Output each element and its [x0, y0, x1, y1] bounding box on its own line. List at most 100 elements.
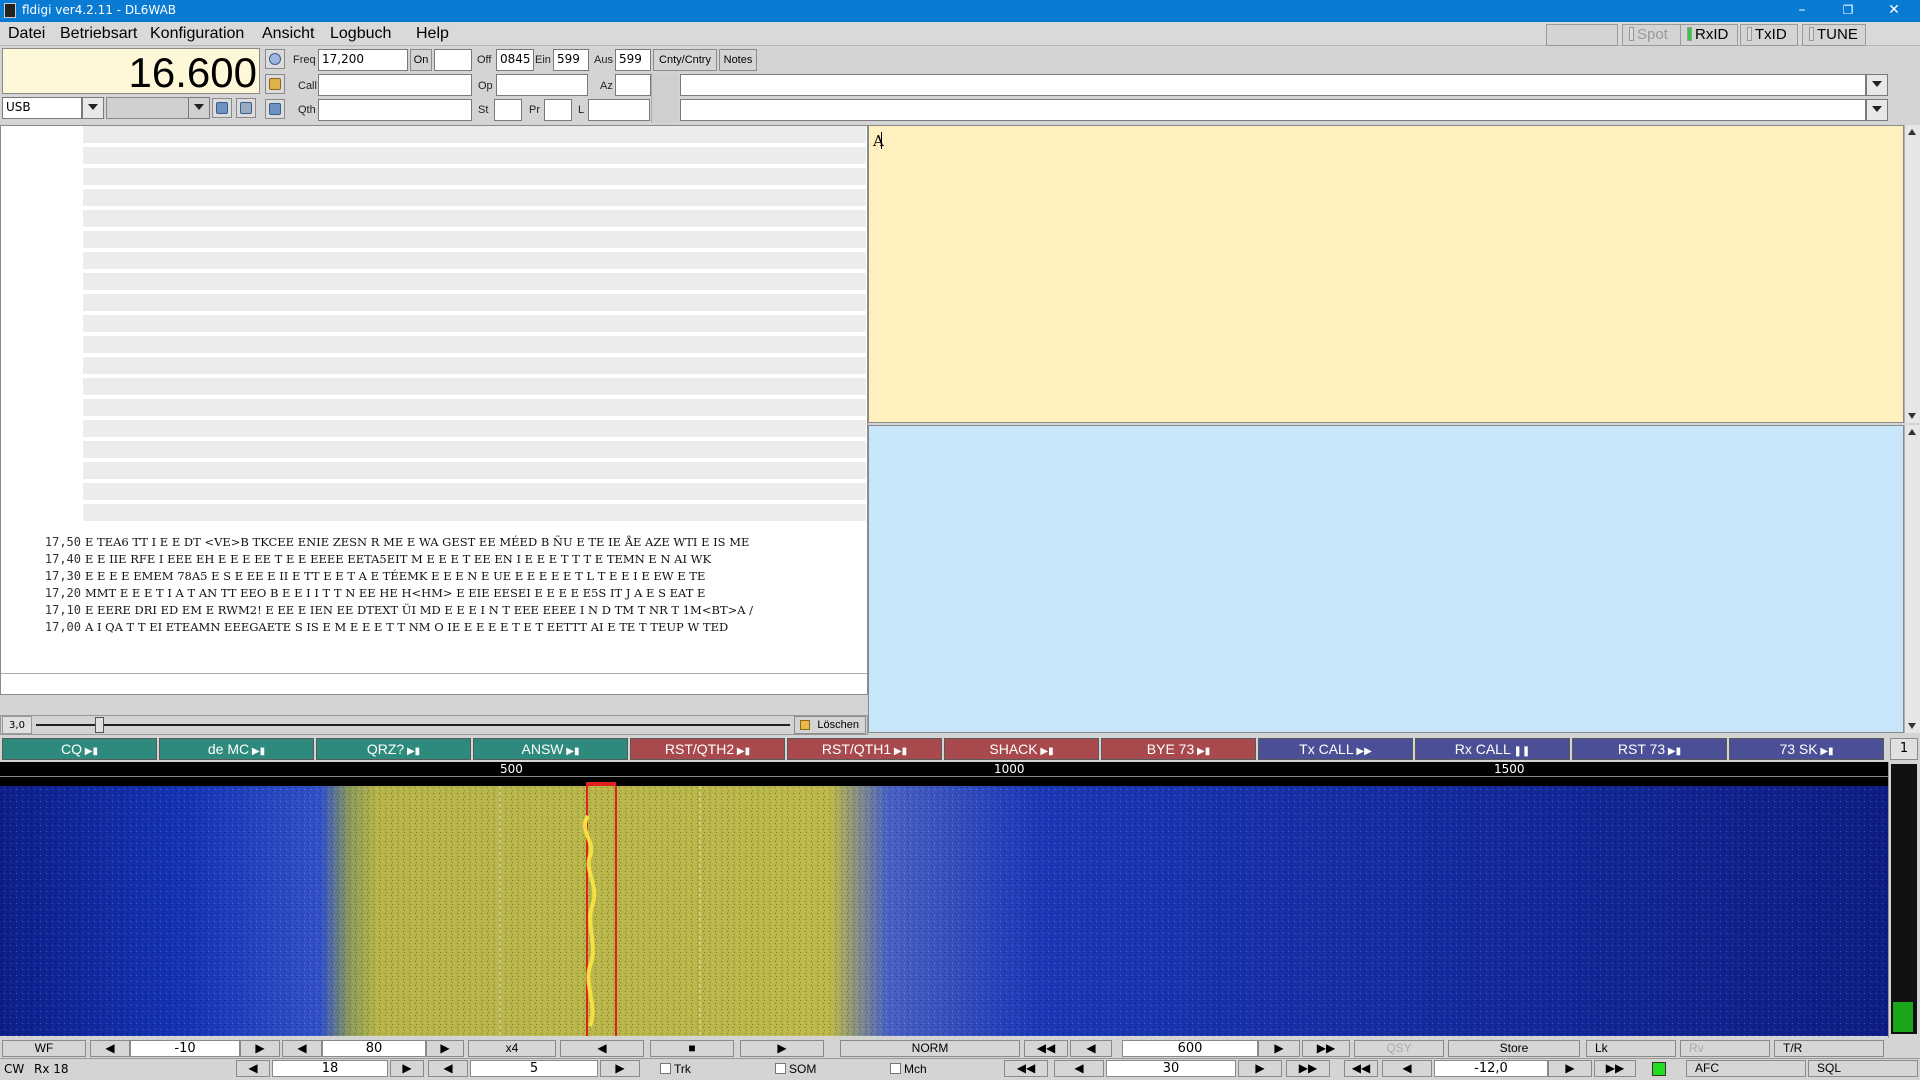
- mch-checkbox[interactable]: Mch: [890, 1062, 927, 1076]
- cnty-button[interactable]: Cnty/Cntry: [653, 49, 717, 71]
- range-down-button[interactable]: ◀: [282, 1040, 322, 1057]
- carrier-counter[interactable]: 600: [1122, 1040, 1258, 1057]
- waterfall-scale[interactable]: 500 1000 1500: [0, 762, 1888, 786]
- bandwidth-dropdown-icon[interactable]: [188, 97, 210, 119]
- az-field[interactable]: [615, 74, 651, 96]
- afc-toggle[interactable]: AFC: [1686, 1060, 1806, 1077]
- tune-toggle[interactable]: TUNE: [1802, 24, 1866, 46]
- menu-logbuch[interactable]: Logbuch: [330, 25, 391, 43]
- qsy-button[interactable]: QSY: [1354, 1040, 1444, 1057]
- wf-mode-button[interactable]: WF: [2, 1040, 86, 1057]
- rst-out-field[interactable]: 599: [615, 49, 651, 71]
- receive-text-panel[interactable]: A: [868, 125, 1904, 423]
- scroll-down-icon[interactable]: [1908, 413, 1916, 419]
- clear-log-icon[interactable]: [265, 74, 285, 94]
- memory-icon[interactable]: [236, 98, 256, 118]
- wf-right-button[interactable]: ▶: [740, 1040, 824, 1057]
- wf-left-button[interactable]: ◀: [560, 1040, 644, 1057]
- ref-level-counter[interactable]: -10: [130, 1040, 240, 1057]
- squelch-slider-track[interactable]: [36, 724, 790, 726]
- ref-up-button[interactable]: ▶: [240, 1040, 280, 1057]
- wf-center-button[interactable]: ■: [650, 1040, 734, 1057]
- lock-toggle[interactable]: Lk: [1586, 1040, 1676, 1057]
- macro-button[interactable]: Rx CALL ❚❚: [1415, 738, 1570, 760]
- scroll-up-icon[interactable]: [1908, 429, 1916, 435]
- macro-button[interactable]: QRZ? ▶▮: [316, 738, 471, 760]
- reverse-toggle[interactable]: Rv: [1680, 1040, 1770, 1057]
- row-text[interactable]: A I QA T T EI ETEAMN EEEGAETE S IS E M E…: [85, 620, 867, 634]
- status-value2-up[interactable]: ▶: [600, 1060, 640, 1077]
- mode-dropdown-icon[interactable]: [82, 97, 104, 119]
- scroll-up-icon[interactable]: [1908, 129, 1916, 135]
- carrier-up[interactable]: ▶: [1258, 1040, 1300, 1057]
- macro-button[interactable]: RST/QTH1 ▶▮: [787, 738, 942, 760]
- lookup-icon[interactable]: [265, 49, 285, 69]
- carrier-down[interactable]: ◀: [1070, 1040, 1112, 1057]
- status-value3-up[interactable]: ▶: [1238, 1060, 1282, 1077]
- tx-scrollbar[interactable]: [1904, 425, 1920, 733]
- status-value2[interactable]: 5: [470, 1060, 598, 1077]
- locator-field[interactable]: [588, 99, 650, 121]
- on-time-field[interactable]: [434, 49, 472, 71]
- range-counter[interactable]: 80: [322, 1040, 426, 1057]
- macro-button[interactable]: ANSW ▶▮: [473, 738, 628, 760]
- close-icon[interactable]: ✕: [1872, 0, 1916, 22]
- signal-browser[interactable]: 17,50 E TEA6 TT I E E DT <VE>B TKCEE ENI…: [0, 125, 868, 695]
- status-value4-fast-down[interactable]: ◀◀: [1344, 1060, 1378, 1077]
- blank-toggle[interactable]: [1546, 24, 1618, 46]
- status-value1-down[interactable]: ◀: [236, 1060, 270, 1077]
- op-field[interactable]: [496, 74, 588, 96]
- status-value3-fast-down[interactable]: ◀◀: [1004, 1060, 1048, 1077]
- macro-button[interactable]: 73 SK ▶▮: [1729, 738, 1884, 760]
- swap-icon[interactable]: [212, 98, 232, 118]
- menu-help[interactable]: Help: [416, 25, 449, 43]
- sql-toggle[interactable]: SQL: [1808, 1060, 1918, 1077]
- call-field[interactable]: [318, 74, 472, 96]
- status-value1[interactable]: 18: [272, 1060, 388, 1077]
- tr-toggle[interactable]: T/R: [1774, 1040, 1884, 1057]
- status-value1-up[interactable]: ▶: [390, 1060, 424, 1077]
- comment-field[interactable]: [680, 99, 1866, 121]
- speed-button[interactable]: NORM: [840, 1040, 1020, 1057]
- status-value4-up[interactable]: ▶: [1548, 1060, 1592, 1077]
- trk-checkbox[interactable]: Trk: [660, 1062, 691, 1076]
- pr-field[interactable]: [544, 99, 572, 121]
- rxid-toggle[interactable]: RxID: [1680, 24, 1738, 46]
- macro-button[interactable]: SHACK ▶▮: [944, 738, 1099, 760]
- row-text[interactable]: E TEA6 TT I E E DT <VE>B TKCEE ENIE ZESN…: [85, 535, 867, 549]
- scroll-down-icon[interactable]: [1908, 723, 1916, 729]
- macro-button[interactable]: BYE 73 ▶▮: [1101, 738, 1256, 760]
- clear-button[interactable]: Löschen: [794, 716, 866, 734]
- macro-button[interactable]: RST/QTH2 ▶▮: [630, 738, 785, 760]
- macro-entry-field[interactable]: [680, 74, 1866, 96]
- status-value3-down[interactable]: ◀: [1054, 1060, 1104, 1077]
- restore-icon[interactable]: ❐: [1826, 0, 1870, 22]
- minimize-icon[interactable]: –: [1780, 0, 1824, 22]
- status-value3-fast-up[interactable]: ▶▶: [1286, 1060, 1330, 1077]
- save-log-icon[interactable]: [265, 99, 285, 119]
- txid-toggle[interactable]: TxID: [1740, 24, 1798, 46]
- row-text[interactable]: E E IIE RFE I EEE EH E E E EE T E E EEEE…: [85, 552, 867, 566]
- log-freq-field[interactable]: 17,200: [318, 49, 408, 71]
- waterfall-display[interactable]: [0, 786, 1888, 1036]
- status-value4-fast-up[interactable]: ▶▶: [1594, 1060, 1636, 1077]
- menu-konfiguration[interactable]: Konfiguration: [150, 25, 244, 43]
- zoom-button[interactable]: x4: [468, 1040, 556, 1057]
- menu-datei[interactable]: Datei: [8, 25, 45, 43]
- carrier-fast-up[interactable]: ▶▶: [1302, 1040, 1350, 1057]
- transmit-text-panel[interactable]: [868, 425, 1904, 733]
- som-checkbox[interactable]: SOM: [775, 1062, 816, 1076]
- row-text[interactable]: E EERE DRI ED EM E RWM2! E EE E IEN EE D…: [85, 603, 867, 617]
- browser-entry[interactable]: [1, 673, 867, 694]
- status-value4[interactable]: -12,0: [1434, 1060, 1548, 1077]
- macro-button[interactable]: RST 73 ▶▮: [1572, 738, 1727, 760]
- mode-select[interactable]: USB: [2, 97, 82, 119]
- rx-scrollbar[interactable]: [1904, 125, 1920, 423]
- macro-button[interactable]: CQ ▶▮: [2, 738, 157, 760]
- off-time-field[interactable]: 0845: [496, 49, 534, 71]
- status-value4-down[interactable]: ◀: [1382, 1060, 1432, 1077]
- carrier-fast-down[interactable]: ◀◀: [1024, 1040, 1068, 1057]
- row-text[interactable]: E E E E EMEM 78A5 E S E EE E II E TT E E…: [85, 569, 867, 583]
- status-value2-down[interactable]: ◀: [428, 1060, 468, 1077]
- squelch-slider-thumb[interactable]: [95, 717, 104, 733]
